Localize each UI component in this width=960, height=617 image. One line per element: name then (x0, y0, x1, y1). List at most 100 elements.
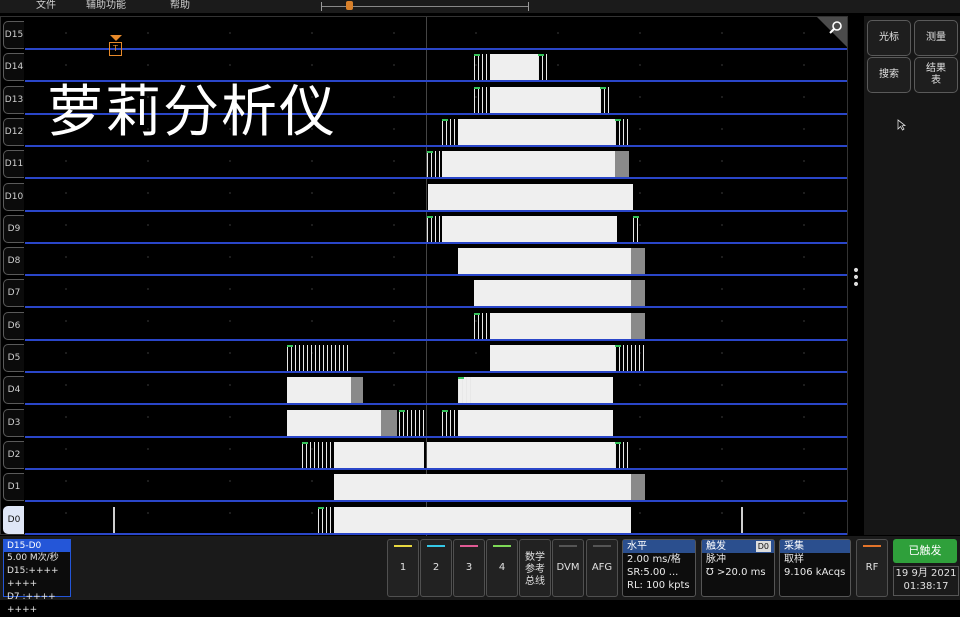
signal-edge (322, 441, 323, 468)
menu-help[interactable]: 帮助 (170, 0, 190, 12)
high-pulse (334, 506, 631, 533)
signal-edge (322, 506, 323, 533)
lane-d15: D15 (1, 18, 849, 50)
channel-tab-d6[interactable]: D6 (3, 311, 24, 340)
signal-edge (478, 54, 479, 81)
channel-3-button[interactable]: 3 (453, 539, 485, 597)
trigger-header: 触发 D0 (702, 540, 774, 553)
horizontal-title: 水平 (623, 540, 695, 553)
right-panel: 光标 测量 搜索 结果 表 (864, 16, 960, 535)
glitch-spike (741, 507, 743, 533)
menu-file[interactable]: 文件 (36, 0, 56, 12)
signal-edge (291, 345, 292, 371)
trigger-arrow-icon (110, 35, 122, 41)
channel-2-label: 2 (432, 562, 440, 573)
channel-tab-d5[interactable]: D5 (3, 344, 24, 372)
lane-d9: D9 (1, 212, 849, 244)
afg-label: AFG (591, 562, 613, 573)
edge-marker (287, 345, 293, 347)
math-ref-bus-button[interactable]: 数学 参考 总线 (519, 539, 551, 597)
signal-edge (474, 312, 475, 339)
channel-tab-d1[interactable]: D1 (3, 473, 24, 502)
channel-tab-d8[interactable]: D8 (3, 247, 24, 276)
signal-edge (623, 118, 624, 145)
channel-2-button[interactable]: 2 (420, 539, 452, 597)
glitch-spike (113, 507, 115, 533)
signal-edge (343, 345, 344, 371)
edge-marker (458, 377, 464, 380)
horizontal-box[interactable]: 水平 2.00 ms/格 SR:5.00 ... RL: 100 kpts (622, 539, 696, 597)
edge-marker (538, 54, 544, 57)
channel-tab-d14[interactable]: D14 (3, 53, 24, 82)
signal-edge (454, 118, 455, 145)
lane-d0: D0 (1, 503, 849, 535)
acquire-box[interactable]: 采集 取样 9.106 kAcqs (779, 539, 851, 597)
edge-marker (600, 86, 606, 89)
signal-edge (399, 409, 400, 436)
dvm-bar (559, 545, 577, 547)
signal-edge (335, 345, 336, 371)
signal-edge (439, 151, 440, 178)
channel-tab-d0[interactable]: D0 (3, 505, 24, 534)
channel-tab-d10[interactable]: D10 (3, 182, 24, 211)
channel-tab-d4[interactable]: D4 (3, 376, 24, 405)
trigger-marker[interactable]: T (109, 35, 123, 61)
signal-edge (307, 345, 308, 371)
signal-edge (615, 345, 616, 371)
digital-channel-badge[interactable]: D15-D0 5.00 M次/秒 D15:++++ ++++ D7 :++++ … (3, 539, 71, 615)
high-pulse (490, 312, 632, 339)
signal-edge (474, 54, 475, 81)
channel-4-button[interactable]: 4 (486, 539, 518, 597)
horizontal-scale: 2.00 ms/格 (627, 554, 681, 565)
waveform-display[interactable]: D15 D14 D13 D12 D11 D10 D9 D8 D7 D6 D5 D4 D3 D2 D1 D0 T… (0, 16, 849, 536)
channel-tab-d3[interactable]: D3 (3, 408, 24, 437)
channel-tab-d12[interactable]: D12 (3, 117, 24, 146)
channel-tab-d11[interactable]: D11 (3, 150, 24, 179)
signal-edge (631, 345, 632, 371)
channel-tab-d7[interactable]: D7 (3, 279, 24, 308)
signal-edge (482, 312, 483, 339)
rf-label: RF (865, 562, 879, 573)
date-text: 19 9月 2021 (895, 568, 957, 579)
channel-tab-d13[interactable]: D13 (3, 85, 24, 114)
signal-edge (639, 345, 640, 371)
lane-d2: D2 (1, 438, 849, 470)
signal-edge (427, 151, 428, 178)
trigger-type: 脉冲 (706, 554, 726, 565)
measure-button[interactable]: 测量 (914, 20, 958, 56)
signal-edge (403, 409, 404, 436)
search-button[interactable]: 搜索 (867, 57, 911, 93)
trigger-box[interactable]: 触发 D0 脉冲 Ʊ >20.0 ms (701, 539, 775, 597)
signal-edge (423, 409, 424, 436)
high-pulse (442, 151, 616, 178)
signal-edge (623, 441, 624, 468)
zoom-corner[interactable] (817, 17, 847, 47)
dvm-button[interactable]: DVM (552, 539, 584, 597)
channel-tab-d2[interactable]: D2 (3, 440, 24, 469)
high-pulse (458, 377, 613, 404)
high-pulse (458, 248, 633, 275)
record-timeline[interactable] (321, 1, 529, 11)
high-pulse (458, 118, 616, 145)
dense-transitions (631, 474, 645, 501)
trigger-status[interactable]: 已触发 (893, 539, 957, 563)
signal-edge (330, 441, 331, 468)
channel-1-button[interactable]: 1 (387, 539, 419, 597)
edge-marker (615, 441, 621, 444)
afg-button[interactable]: AFG (586, 539, 618, 597)
edge-marker (633, 215, 639, 218)
trigger-title: 触发 (706, 541, 726, 552)
signal-edge (318, 506, 319, 533)
side-panel-handle[interactable]: • • • (851, 264, 861, 292)
dense-transitions (631, 248, 645, 275)
rf-button[interactable]: RF (856, 539, 888, 597)
channel-tab-d15[interactable]: D15 (3, 21, 24, 49)
channel-tab-d9[interactable]: D9 (3, 214, 24, 243)
acquire-count: 9.106 kAcqs (784, 567, 846, 578)
cursor-button[interactable]: 光标 (867, 20, 911, 56)
menu-utility[interactable]: 辅助功能 (86, 0, 126, 12)
results-table-button[interactable]: 结果 表 (914, 57, 958, 93)
signal-edge (318, 441, 319, 468)
signal-edge (439, 215, 440, 242)
signal-edge (442, 118, 443, 145)
